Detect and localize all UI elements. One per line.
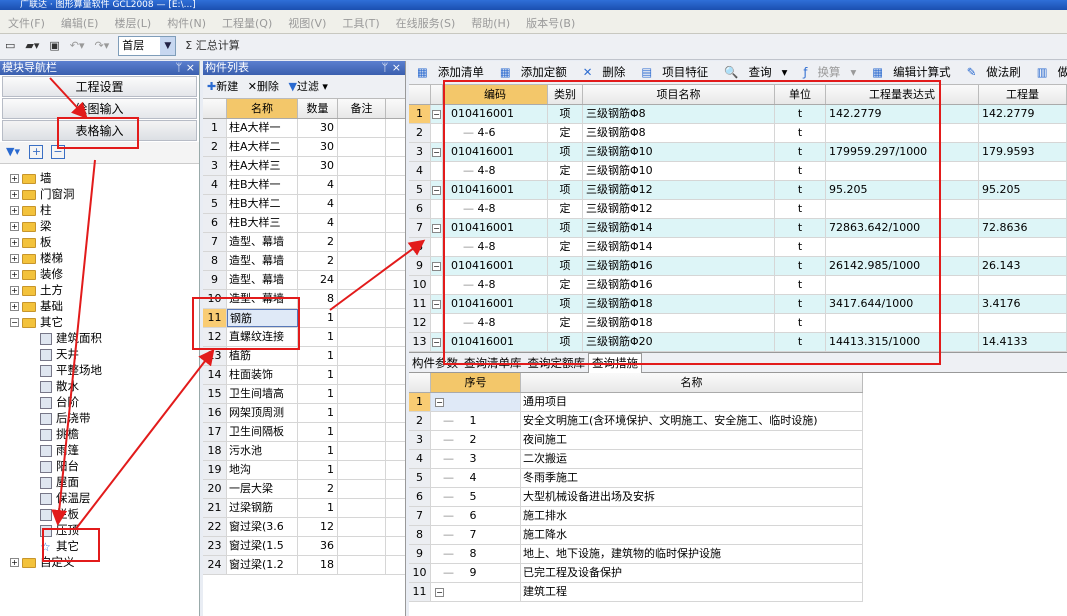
arrow-to-quantity-table [329,239,426,311]
arrow-to-rebar [74,348,215,531]
annotation-arrows [49,77,426,531]
arrow-to-other [51,159,96,526]
arrow-to-table-input [49,77,88,119]
